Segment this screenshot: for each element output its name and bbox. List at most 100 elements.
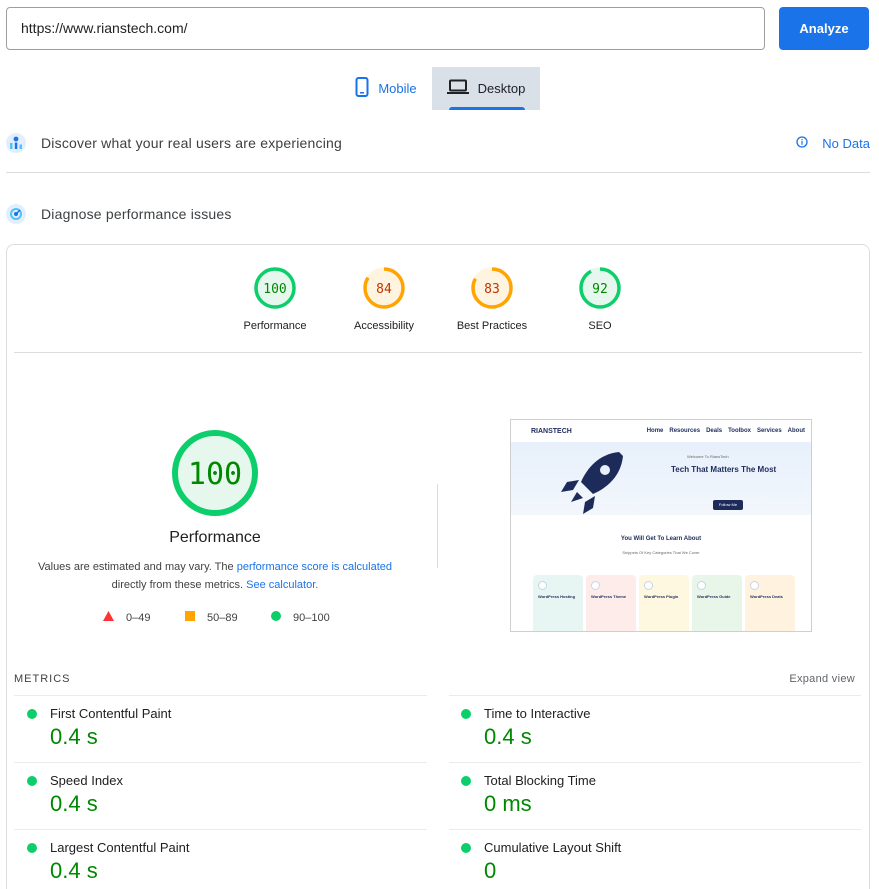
no-data-status[interactable]: No Data <box>796 136 870 151</box>
thumb-hero: Welcome To RiansTech Tech That Matters T… <box>511 442 811 515</box>
metric-divider <box>14 695 427 696</box>
tab-desktop[interactable]: Desktop <box>432 67 540 110</box>
thumb-nav-item: Toolbox <box>728 428 751 434</box>
legend-average: 50–89 <box>185 611 238 624</box>
thumb-card-title: WordPress Plugin <box>644 594 684 599</box>
thumb-card-title: WordPress Theme <box>591 594 631 599</box>
thumb-nav-items: HomeResourcesDealsToolboxServicesAbout <box>647 428 805 434</box>
thumb-nav-item: Resources <box>669 428 700 434</box>
performance-big-score: 100 <box>188 457 242 492</box>
metric-label: Largest Contentful Paint <box>50 840 189 855</box>
green-circle-icon <box>461 843 471 853</box>
green-circle-icon <box>27 776 37 786</box>
legend-average-label: 50–89 <box>207 612 238 624</box>
score-value: 84 <box>376 282 392 297</box>
red-triangle-icon <box>103 611 114 624</box>
thumb-section-title: You Will Get To Learn About <box>511 536 811 542</box>
green-circle-icon <box>271 611 281 624</box>
score-value: 100 <box>263 282 286 297</box>
thumb-card: WordPress Theme <box>586 575 636 632</box>
thumb-card-icon <box>644 581 653 590</box>
thumb-section-sub: Snippets Of Key Categories That We Cover <box>511 550 811 555</box>
thumb-card-title: WordPress Guide <box>697 594 737 599</box>
thumb-hero-small: Welcome To RiansTech <box>687 454 729 459</box>
thumb-card-title: WordPress Hosting <box>538 594 578 599</box>
metric-divider <box>449 695 861 696</box>
thumb-card: WordPress Plugin <box>639 575 689 632</box>
field-data-title: Discover what your real users are experi… <box>41 135 342 151</box>
field-data-section: Discover what your real users are experi… <box>6 133 870 153</box>
green-circle-icon <box>461 776 471 786</box>
laptop-icon <box>447 79 469 98</box>
green-circle-icon <box>461 709 471 719</box>
gauges-divider <box>14 352 862 353</box>
score-label: Accessibility <box>329 320 439 332</box>
note-prefix: Values are estimated and may vary. The <box>38 561 237 573</box>
performance-title: Performance <box>115 529 315 547</box>
thumb-hero-button: Follow Me <box>713 500 743 510</box>
expand-view-button[interactable]: Expand view <box>789 673 855 685</box>
note-middle: directly from these metrics. <box>112 579 246 591</box>
thumb-card: WordPress Hosting <box>533 575 583 632</box>
green-circle-icon <box>27 843 37 853</box>
legend-good-label: 90–100 <box>293 612 330 624</box>
score-ring: 84 <box>362 266 406 310</box>
metric-label: First Contentful Paint <box>50 706 171 721</box>
metric-value: 0 <box>484 858 496 884</box>
rocket-icon <box>559 446 629 516</box>
lab-data-title: Diagnose performance issues <box>41 206 232 222</box>
score-gauge-performance[interactable]: 100Performance <box>220 266 330 332</box>
metric-divider <box>449 762 861 763</box>
metric-value: 0.4 s <box>50 724 98 750</box>
metric-value: 0.4 s <box>50 858 98 884</box>
lab-data-section: Diagnose performance issues <box>6 204 870 224</box>
score-ring: 100 <box>253 266 297 310</box>
score-value: 83 <box>484 282 500 297</box>
thumb-nav-item: About <box>788 428 805 434</box>
thumb-hero-title: Tech That Matters The Most <box>671 465 776 474</box>
thumb-navbar: RIANSTECH HomeResourcesDealsToolboxServi… <box>511 420 811 442</box>
score-gauge-accessibility[interactable]: 84 Accessibility <box>329 266 439 332</box>
performance-score-link[interactable]: performance score is calculated <box>237 561 392 573</box>
tab-mobile[interactable]: Mobile <box>340 67 432 110</box>
tab-desktop-label: Desktop <box>478 81 526 96</box>
score-gauge-best-practices[interactable]: 83Best Practices <box>437 266 547 332</box>
score-label: SEO <box>545 320 655 332</box>
green-circle-icon <box>27 709 37 719</box>
legend-poor-label: 0–49 <box>126 612 150 624</box>
metrics-header: METRICS <box>14 673 71 685</box>
thumb-card: WordPress Deals <box>745 575 795 632</box>
metric-divider <box>449 829 861 830</box>
metric-divider <box>14 829 427 830</box>
score-ring: 83 <box>470 266 514 310</box>
orange-square-icon <box>185 611 195 624</box>
thumb-card-icon <box>697 581 706 590</box>
score-gauge-seo[interactable]: 92 SEO <box>545 266 655 332</box>
thumb-card-icon <box>591 581 600 590</box>
thumb-cards: WordPress Hosting WordPress Theme WordPres… <box>533 575 795 632</box>
metric-divider <box>14 762 427 763</box>
score-ring: 92 <box>578 266 622 310</box>
metric-label: Total Blocking Time <box>484 773 596 788</box>
vertical-divider <box>437 484 438 568</box>
thumb-nav-item: Home <box>647 428 664 434</box>
performance-note: Values are estimated and may vary. The p… <box>30 558 400 594</box>
url-input[interactable]: https://www.rianstech.com/ <box>6 7 765 50</box>
metric-value: 0.4 s <box>50 791 98 817</box>
section-divider <box>6 172 870 173</box>
analyze-button[interactable]: Analyze <box>779 7 869 50</box>
metric-label: Speed Index <box>50 773 123 788</box>
see-calculator-link[interactable]: See calculator. <box>246 579 318 591</box>
page-screenshot: RIANSTECH HomeResourcesDealsToolboxServi… <box>510 419 812 632</box>
metric-value: 0.4 s <box>484 724 532 750</box>
metric-value: 0 ms <box>484 791 532 817</box>
diagnose-icon <box>6 204 26 224</box>
metric-label: Time to Interactive <box>484 706 590 721</box>
no-data-label: No Data <box>822 136 870 151</box>
thumb-card-icon <box>750 581 759 590</box>
thumb-card: WordPress Guide <box>692 575 742 632</box>
tab-selected-indicator <box>449 107 525 110</box>
metric-label: Cumulative Layout Shift <box>484 840 621 855</box>
score-value: 92 <box>592 282 608 297</box>
thumb-card-title: WordPress Deals <box>750 594 790 599</box>
